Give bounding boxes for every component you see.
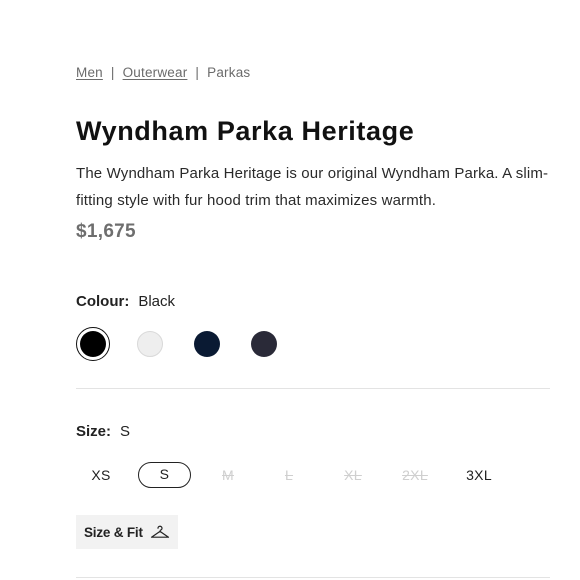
product-title: Wyndham Parka Heritage bbox=[76, 116, 415, 146]
size-option-2xl: 2XL bbox=[402, 467, 428, 483]
size-option-s[interactable]: S bbox=[138, 462, 191, 488]
colour-swatch-navy[interactable] bbox=[190, 327, 224, 361]
selected-size-value: S bbox=[120, 423, 131, 440]
breadcrumb-link-men[interactable]: Men bbox=[76, 65, 103, 80]
size-label-key: Size: bbox=[76, 423, 112, 440]
breadcrumb: Men | Outerwear | Parkas bbox=[76, 65, 250, 80]
selected-colour-value: Black bbox=[138, 293, 176, 310]
colour-swatch-white[interactable] bbox=[133, 327, 167, 361]
product-price: $1,675 bbox=[76, 221, 136, 242]
colour-selector-label: Colour: Black bbox=[76, 293, 175, 310]
breadcrumb-separator: | bbox=[195, 65, 200, 80]
breadcrumb-current-parkas: Parkas bbox=[207, 65, 251, 80]
colour-swatches bbox=[76, 327, 304, 361]
size-selector-label: Size: S bbox=[76, 423, 130, 440]
swatch-fill bbox=[251, 331, 277, 357]
size-option-xs[interactable]: XS bbox=[86, 462, 116, 488]
product-description: The Wyndham Parka Heritage is our origin… bbox=[76, 165, 549, 209]
breadcrumb-link-outerwear[interactable]: Outerwear bbox=[123, 65, 188, 80]
colour-swatch-black[interactable] bbox=[76, 327, 110, 361]
section-divider bbox=[76, 388, 550, 389]
hanger-icon bbox=[150, 525, 170, 539]
swatch-fill bbox=[80, 331, 106, 357]
swatch-fill bbox=[137, 331, 163, 357]
swatch-fill bbox=[194, 331, 220, 357]
breadcrumb-separator: | bbox=[110, 65, 115, 80]
section-divider bbox=[76, 577, 550, 578]
size-and-fit-label: Size & Fit bbox=[84, 524, 143, 540]
size-option-m: M bbox=[222, 467, 234, 483]
colour-swatch-charcoal[interactable] bbox=[247, 327, 281, 361]
colour-label-key: Colour: bbox=[76, 293, 130, 310]
size-and-fit-button[interactable]: Size & Fit bbox=[76, 515, 178, 549]
size-option-xl: XL bbox=[344, 467, 362, 483]
product-detail-panel: Men | Outerwear | Parkas Wyndham Parka H… bbox=[0, 0, 580, 580]
size-option-3xl[interactable]: 3XL bbox=[462, 462, 496, 488]
size-option-l: L bbox=[284, 467, 294, 483]
